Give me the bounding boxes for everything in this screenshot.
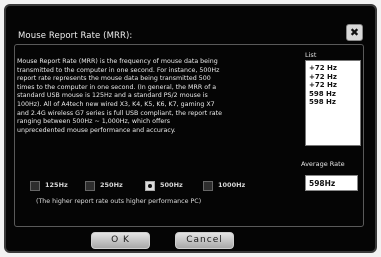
- description-line: and 2.4G wireless G7 series is full USB …: [17, 109, 222, 117]
- rate-radio-250hz[interactable]: [85, 181, 95, 191]
- cancel-button[interactable]: Cancel: [175, 232, 234, 249]
- description-line: times to the computer in one second. (In…: [17, 83, 217, 91]
- average-rate-field: 598Hz: [305, 175, 358, 191]
- list-item: 598 Hz: [309, 98, 336, 107]
- ok-button[interactable]: O K: [91, 232, 150, 249]
- description-line: unprecedented mouse performance and accu…: [17, 126, 176, 134]
- list-item: +72 Hz: [309, 72, 337, 81]
- rate-radio-125hz[interactable]: [30, 181, 40, 191]
- description-line: 100Hz). All of A4tech new wired X3, K4, …: [17, 100, 215, 108]
- rate-label-500hz: 500Hz: [160, 181, 183, 189]
- description-line: transmitted to the computer in one secon…: [17, 66, 220, 74]
- rate-radio-1000hz[interactable]: [203, 181, 213, 191]
- selected-dot-icon: [148, 184, 152, 188]
- average-rate-label: Average Rate: [301, 160, 345, 168]
- close-button[interactable]: ✖: [346, 24, 363, 41]
- description-line: ranging between 500Hz ~ 1,000Hz, which o…: [17, 118, 171, 126]
- description-line: Mouse Report Rate (MRR) is the frequency…: [17, 58, 218, 65]
- rate-radio-500hz[interactable]: [145, 181, 155, 191]
- list-item: +72 Hz: [309, 81, 337, 90]
- list-item: +72 Hz: [309, 64, 337, 72]
- hint-text: (The higher report rate outs higher perf…: [36, 198, 202, 205]
- description-line: report rate represents the mouse data be…: [17, 75, 211, 83]
- list-item: 598 Hz: [309, 89, 336, 98]
- description-line: standard USB mouse is 125Hz and a standa…: [17, 92, 208, 100]
- rate-list[interactable]: +72 Hz +72 Hz +72 Hz 598 Hz 598 Hz: [305, 60, 361, 146]
- list-label: List: [305, 51, 317, 59]
- rate-label-250hz: 250Hz: [100, 181, 123, 189]
- close-icon: ✖: [349, 26, 360, 39]
- description-text: Mouse Report Rate (MRR) is the frequency…: [17, 58, 300, 135]
- dialog-title: Mouse Report Rate (MRR):: [18, 31, 133, 41]
- rate-label-1000hz: 1000Hz: [218, 181, 246, 189]
- rate-label-125hz: 125Hz: [45, 181, 68, 189]
